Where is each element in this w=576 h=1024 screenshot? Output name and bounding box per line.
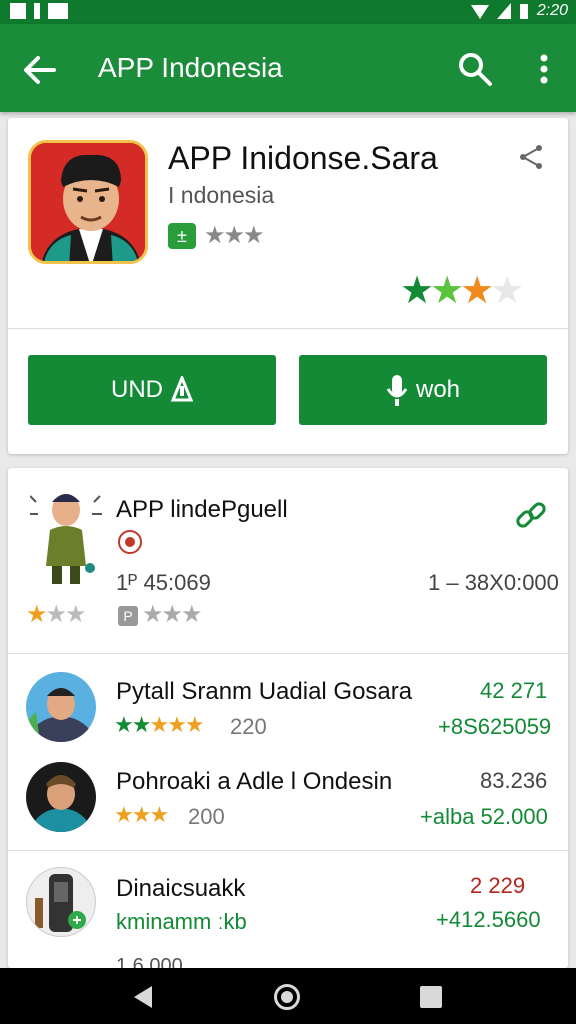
item-value: 2 229: [470, 873, 526, 898]
star: ★: [460, 270, 494, 312]
open-button-label: woh: [415, 376, 461, 403]
open-button[interactable]: woh: [299, 355, 547, 425]
featured-rating-stars: ★★★: [26, 601, 87, 628]
featured-rating-stars-2: ★★★: [142, 601, 203, 628]
share-icon[interactable]: [516, 142, 546, 172]
list-item[interactable]: APP lindePguell 1ᴾ 45:069 1 – 38X0:000 ★…: [8, 468, 568, 653]
nav-back-icon[interactable]: [134, 986, 152, 1008]
notification-icon: [10, 3, 26, 19]
warning-badge-icon: [118, 530, 142, 554]
list-item[interactable]: Pytall Sranm Uadial Gosara 42 271 ★★★★★ …: [8, 654, 568, 746]
image-icon: [48, 3, 68, 19]
navigation-bar: [0, 968, 576, 1024]
star: ★: [430, 270, 464, 312]
avatar: [26, 867, 96, 937]
rating-stars: ★★★★: [400, 268, 524, 313]
item-value: 42 271: [480, 678, 548, 703]
app-bar: APP Indonesia: [0, 24, 576, 112]
item-rating-count: 220: [230, 714, 267, 739]
apps-list-card: APP lindePguell 1ᴾ 45:069 1 – 38X0:000 ★…: [8, 468, 568, 977]
star: ★: [490, 270, 524, 312]
uninstall-button-label: UND: [111, 376, 163, 403]
app-header-card: APP Inidonse.Sara I ndonesia ± ★★★ ★★★★ …: [8, 118, 568, 454]
uninstall-button[interactable]: UND: [28, 355, 276, 425]
back-arrow-icon[interactable]: [20, 50, 60, 90]
item-rating-stars: ★★★: [114, 802, 169, 827]
nav-recents-icon[interactable]: [420, 986, 442, 1008]
signal-icon: [496, 3, 511, 19]
wifi-icon: [470, 5, 489, 19]
small-rating-stars: ★★★: [204, 222, 265, 249]
more-vert-icon[interactable]: [530, 50, 558, 88]
app-subtitle: I ndonesia: [168, 182, 275, 208]
list-item[interactable]: Dinaicsuakk 2 229 kminamm ːkb +412.5660 …: [8, 851, 568, 977]
character-illustration: [30, 494, 102, 584]
clock: 2:20: [536, 2, 568, 19]
item-title: Pohroaki a Adle l Ondesin: [116, 768, 393, 795]
search-icon[interactable]: [456, 50, 494, 88]
item-value: 83.236: [480, 768, 548, 793]
item-title: Pytall Sranm Uadial Gosara: [116, 678, 413, 705]
avatar: [26, 672, 96, 742]
item-secondary-value: +412.5660: [436, 907, 541, 932]
warning-icon: [171, 376, 193, 402]
link-icon[interactable]: [514, 498, 548, 532]
battery-icon: [519, 4, 528, 19]
item-secondary-value: +8S625059: [438, 714, 552, 739]
notification-icon-2: [34, 3, 40, 19]
app-bar-title: APP Indonesia: [98, 52, 283, 83]
app-logo[interactable]: [28, 140, 148, 264]
item-title: Dinaicsuakk: [116, 875, 246, 902]
microphone-icon: [386, 375, 408, 406]
featured-title: APP lindePguell: [116, 496, 288, 523]
avatar: [26, 762, 96, 832]
item-secondary-value: +alba 52.000: [420, 804, 548, 829]
item-rating-stars: ★★★★★: [114, 712, 205, 737]
featured-range: 1 – 38X0:000: [428, 570, 559, 595]
list-item[interactable]: Pohroaki a Adle l Ondesin 83.236 ★★★ 200…: [8, 746, 568, 844]
divider: [8, 328, 568, 329]
item-rating-count: 200: [188, 804, 225, 829]
star: ★: [400, 270, 434, 312]
nav-home-icon[interactable]: [274, 984, 300, 1010]
store-badge: P: [118, 606, 138, 626]
category-badge: ±: [168, 223, 196, 249]
featured-amount: 1ᴾ 45:069: [116, 570, 211, 595]
app-title: APP Inidonse.Sara: [168, 140, 438, 176]
item-subtitle: kminamm ːkb: [116, 909, 247, 934]
status-bar: 2:20: [0, 0, 576, 24]
